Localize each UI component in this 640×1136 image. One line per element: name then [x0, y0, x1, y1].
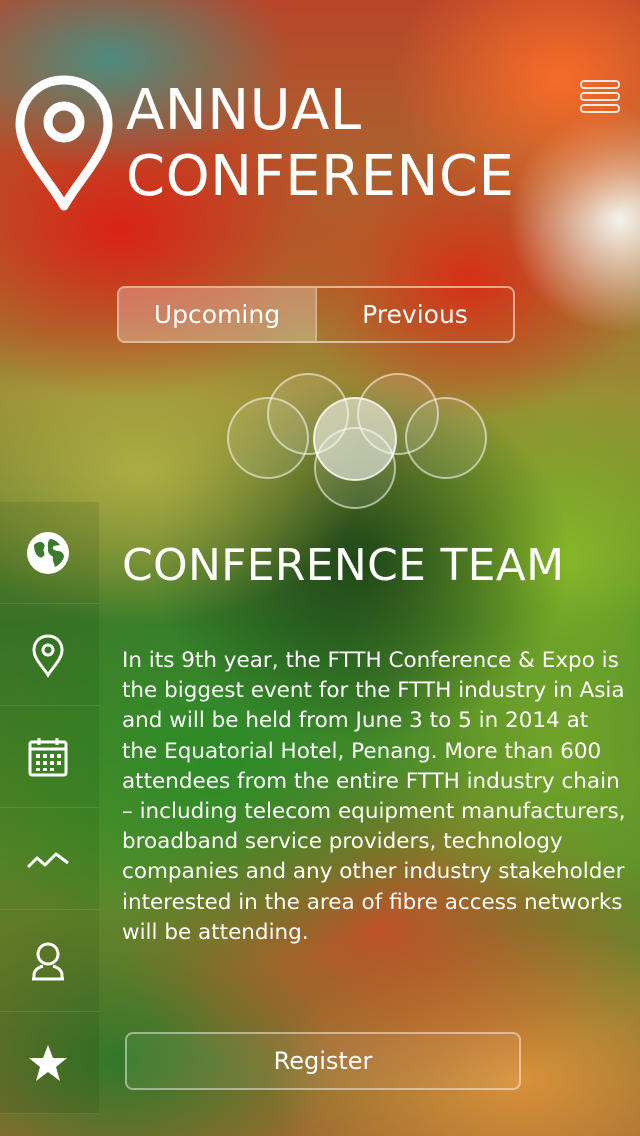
- user-icon: [31, 942, 64, 980]
- sidebar-item-globe[interactable]: [0, 502, 99, 604]
- sidebar-item-stats[interactable]: [0, 808, 99, 910]
- calendar-icon: [28, 737, 67, 776]
- sidebar-item-calendar[interactable]: [0, 706, 99, 808]
- star-icon: [28, 1044, 67, 1081]
- hamburger-menu-icon[interactable]: [580, 80, 620, 116]
- map-pin-icon: [15, 75, 113, 211]
- title-line-1: ANNUAL: [126, 78, 362, 143]
- tab-upcoming[interactable]: Upcoming: [119, 288, 315, 341]
- decorative-circles: [227, 373, 487, 509]
- trend-chart-icon: [26, 852, 69, 868]
- section-title: CONFERENCE TEAM: [122, 540, 565, 591]
- globe-icon: [26, 531, 69, 574]
- sidebar-nav: [0, 502, 99, 1114]
- app-title: ANNUAL CONFERENCE: [126, 78, 514, 210]
- location-pin-icon: [31, 633, 64, 678]
- sidebar-item-profile[interactable]: [0, 910, 99, 1012]
- register-button[interactable]: Register: [125, 1032, 521, 1090]
- event-description: In its 9th year, the FTTH Conference & E…: [122, 648, 626, 945]
- sidebar-item-location[interactable]: [0, 604, 99, 706]
- event-filter-tabs: Upcoming Previous: [117, 286, 515, 343]
- title-line-2: CONFERENCE: [126, 144, 515, 209]
- sidebar-item-favorites[interactable]: [0, 1012, 99, 1114]
- tab-previous[interactable]: Previous: [315, 288, 513, 341]
